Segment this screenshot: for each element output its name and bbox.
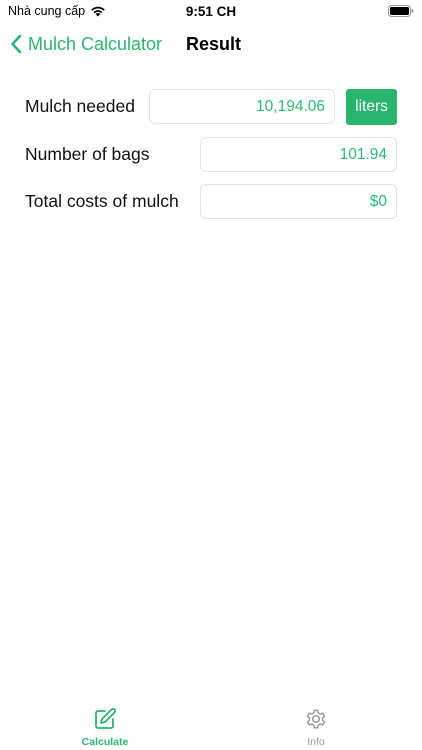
number-of-bags-row: Number of bags [25, 144, 150, 165]
gear-icon [306, 709, 326, 729]
tab-info-label: Info [307, 736, 325, 748]
status-bar: Nhà cung cấp 9:51 CH [0, 0, 422, 24]
battery-icon [388, 5, 414, 17]
status-time: 9:51 CH [185, 4, 237, 19]
navigation-bar: Mulch Calculator Result [0, 24, 422, 64]
unit-label: liters [355, 98, 388, 115]
mulch-needed-label: Mulch needed [25, 96, 135, 116]
result-screen: Nhà cung cấp 9:51 CH Mulch Calculator Re… [0, 0, 422, 750]
tab-calculate[interactable]: Calculate [55, 698, 155, 750]
total-cost-field[interactable]: $0 [200, 184, 397, 219]
number-of-bags-label: Number of bags [25, 144, 150, 164]
total-cost-value: $0 [369, 192, 387, 210]
number-of-bags-value: 101.94 [339, 145, 387, 163]
unit-select-button[interactable]: liters [346, 89, 397, 125]
total-cost-label: Total costs of mulch [25, 191, 179, 211]
number-of-bags-field[interactable]: 101.94 [200, 137, 397, 172]
back-button[interactable]: Mulch Calculator [10, 30, 162, 58]
mulch-needed-value: 10,194.06 [256, 97, 325, 115]
back-label: Mulch Calculator [28, 33, 163, 54]
tab-info[interactable]: Info [266, 698, 366, 750]
pencil-square-icon [95, 708, 116, 729]
tab-calculate-label: Calculate [81, 736, 129, 748]
tab-bar: Calculate Info [0, 698, 422, 750]
mulch-needed-row: Mulch needed [25, 96, 135, 117]
mulch-needed-field[interactable]: 10,194.06 [149, 89, 335, 124]
total-cost-row: Total costs of mulch [25, 191, 179, 212]
page-title: Result [186, 34, 242, 54]
chevron-left-icon [11, 34, 22, 54]
